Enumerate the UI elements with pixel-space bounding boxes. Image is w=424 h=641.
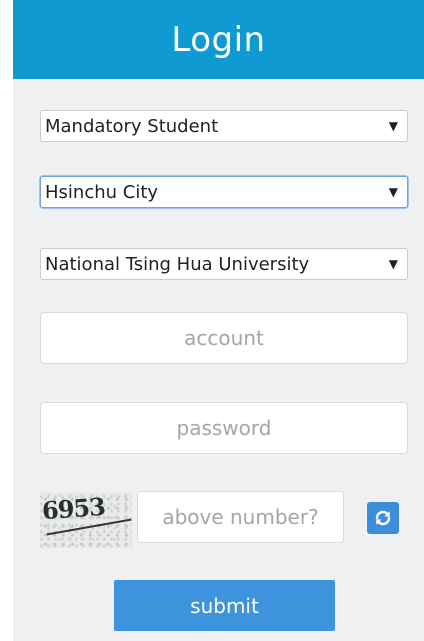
city-select[interactable]: Hsinchu City ▼ <box>40 176 408 208</box>
refresh-icon <box>375 510 391 526</box>
school-select[interactable]: National Tsing Hua University ▼ <box>40 248 408 280</box>
chevron-down-icon: ▼ <box>388 257 398 271</box>
chevron-down-icon: ▼ <box>388 119 398 133</box>
page-title: Login <box>171 19 266 60</box>
identity-select[interactable]: Mandatory Student ▼ <box>40 110 408 142</box>
login-panel: Login Mandatory Student ▼ Hsinchu City ▼… <box>13 0 424 641</box>
chevron-down-icon: ▼ <box>388 185 398 199</box>
captcha-image: 6953 <box>40 492 132 548</box>
page: Login Mandatory Student ▼ Hsinchu City ▼… <box>0 0 424 641</box>
submit-button[interactable]: submit <box>114 580 335 631</box>
identity-select-value: Mandatory Student <box>45 115 219 137</box>
account-placeholder: account <box>184 326 264 350</box>
city-select-value: Hsinchu City <box>45 181 159 203</box>
password-placeholder: password <box>176 416 272 440</box>
password-input[interactable]: password <box>40 402 408 454</box>
captcha-input[interactable]: above number? <box>137 491 344 543</box>
captcha-placeholder: above number? <box>162 505 319 529</box>
login-header: Login <box>13 0 424 79</box>
refresh-captcha-button[interactable] <box>367 502 399 534</box>
captcha-digits: 6953 <box>41 492 106 526</box>
account-input[interactable]: account <box>40 312 408 364</box>
school-select-value: National Tsing Hua University <box>45 253 310 275</box>
